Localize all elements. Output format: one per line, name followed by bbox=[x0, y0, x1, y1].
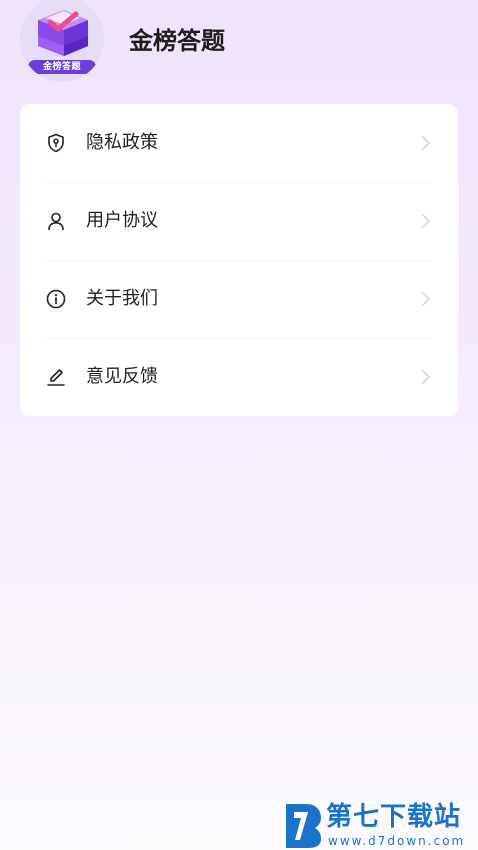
menu-item-label: 用户协议 bbox=[86, 210, 158, 231]
chevron-right-icon bbox=[422, 370, 430, 384]
menu-item-label: 意见反馈 bbox=[86, 366, 158, 387]
menu-item-privacy-policy[interactable]: 隐私政策 bbox=[20, 104, 458, 182]
shield-icon bbox=[48, 133, 64, 153]
menu-item-label: 隐私政策 bbox=[86, 132, 158, 153]
watermark-title: 第七下载站 bbox=[326, 802, 462, 832]
profile-header: 金榜答题 金榜答题 bbox=[0, 0, 478, 90]
pen-icon bbox=[47, 369, 65, 386]
chevron-right-icon bbox=[422, 292, 430, 306]
menu-item-label: 关于我们 bbox=[86, 288, 158, 309]
watermark-logo-icon bbox=[286, 804, 321, 848]
watermark-url: www.d7down.com bbox=[328, 834, 466, 848]
chevron-right-icon bbox=[422, 136, 430, 150]
menu-item-feedback[interactable]: 意见反馈 bbox=[20, 338, 458, 416]
app-name-title: 金榜答题 bbox=[129, 27, 225, 55]
menu-item-about-us[interactable]: 关于我们 bbox=[20, 260, 458, 338]
user-icon bbox=[48, 212, 64, 231]
menu-card: 隐私政策 用户协议 关于我们 意见反馈 bbox=[20, 104, 458, 416]
site-watermark: 第七下载站 www.d7down.com bbox=[284, 800, 474, 850]
chevron-right-icon bbox=[422, 214, 430, 228]
menu-item-user-agreement[interactable]: 用户协议 bbox=[20, 182, 458, 260]
avatar-badge: 金榜答题 bbox=[28, 60, 96, 74]
info-icon bbox=[46, 289, 66, 309]
app-avatar[interactable]: 金榜答题 bbox=[20, 0, 104, 82]
